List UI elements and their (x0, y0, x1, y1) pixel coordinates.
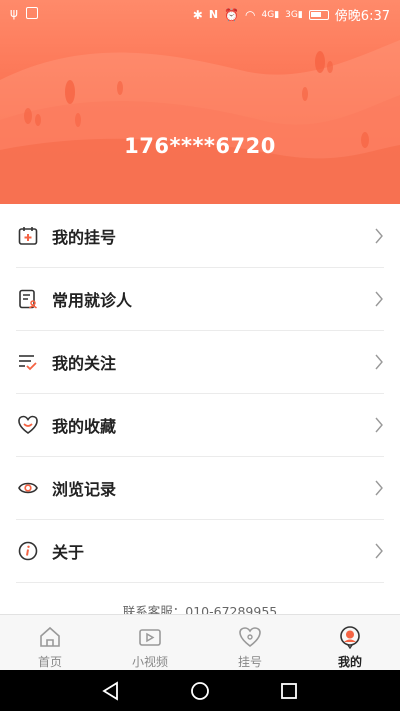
tab-label: 挂号 (237, 655, 262, 669)
profile-menu: 我的挂号 常用就诊人 我的关注 我的收藏 浏览记录 关于 (0, 205, 400, 583)
header-landscape-illustration (0, 40, 400, 204)
menu-item-frequent-patients[interactable]: 常用就诊人 (16, 268, 384, 331)
alarm-icon: ⏰ (224, 7, 239, 22)
chevron-right-icon (375, 291, 383, 307)
menu-item-label: 关于 (52, 543, 85, 562)
menu-item-my-follows[interactable]: 我的关注 (16, 331, 384, 394)
shield-icon (25, 7, 38, 19)
menu-item-about[interactable]: 关于 (16, 520, 384, 583)
tab-registration[interactable]: 挂号 (200, 615, 300, 671)
tab-label: 小视频 (131, 655, 168, 669)
tab-short-video[interactable]: 小视频 (100, 615, 200, 671)
bottom-tab-bar: 首页 小视频 挂号 我的 (0, 614, 400, 671)
menu-item-my-registrations[interactable]: 我的挂号 (16, 205, 384, 268)
status-time: 傍晚6:37 (334, 9, 390, 24)
menu-item-my-favorites[interactable]: 我的收藏 (16, 394, 384, 457)
patient-card-icon (19, 289, 38, 309)
system-navigation-bar (0, 670, 400, 711)
signal-4g-icon: 4G▮ (261, 9, 280, 20)
tab-mine[interactable]: 我的 (300, 615, 400, 671)
info-icon (18, 541, 38, 561)
chevron-right-icon (375, 354, 383, 370)
chevron-right-icon (375, 228, 383, 244)
video-icon (139, 629, 161, 646)
chevron-right-icon (375, 543, 383, 559)
recents-square-icon[interactable] (278, 680, 300, 702)
menu-item-browsing-history[interactable]: 浏览记录 (16, 457, 384, 520)
menu-item-label: 浏览记录 (52, 480, 117, 499)
chevron-right-icon (375, 417, 383, 433)
nfc-icon: N (208, 8, 219, 21)
profile-header (0, 0, 400, 204)
user-phone-number: 176****6720 (124, 134, 276, 158)
tab-label: 首页 (37, 655, 62, 669)
stethoscope-heart-icon (239, 627, 261, 648)
tab-label: 我的 (337, 655, 362, 669)
chevron-right-icon (375, 480, 383, 496)
follow-list-icon (19, 355, 37, 371)
heart-icon (18, 415, 38, 434)
menu-item-label: 我的收藏 (52, 417, 117, 436)
home-icon (40, 626, 60, 647)
back-icon[interactable] (100, 680, 122, 702)
menu-item-label: 常用就诊人 (52, 291, 133, 310)
registration-calendar-icon (18, 227, 38, 245)
menu-item-label: 我的挂号 (52, 228, 117, 247)
wifi-icon: ◠ (245, 7, 256, 22)
menu-item-label: 我的关注 (52, 354, 117, 373)
home-circle-icon[interactable] (189, 680, 211, 702)
usb-icon: ψ (10, 6, 18, 20)
signal-3g-icon: 3G▮ (285, 9, 303, 20)
bluetooth-icon: ✱ (192, 7, 203, 22)
profile-icon (340, 626, 360, 649)
status-bar: ψ ✱ N ⏰ ◠ 4G▮ 3G▮ 傍晚6:37 (0, 0, 400, 26)
battery-icon (308, 9, 329, 20)
tab-home[interactable]: 首页 (0, 615, 100, 671)
eye-icon (18, 482, 38, 494)
